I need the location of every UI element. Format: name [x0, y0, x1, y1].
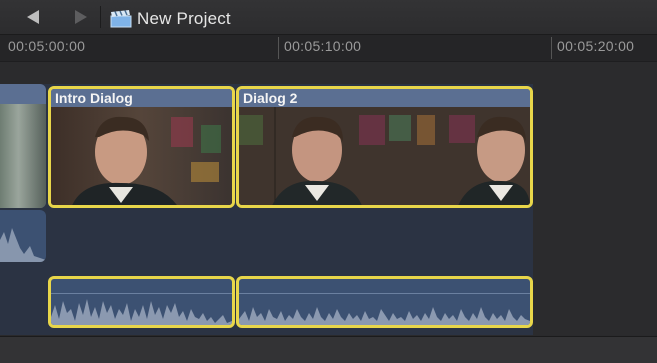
video-clip[interactable]: Dialog 2	[236, 86, 533, 208]
timeline-area[interactable]: Intro Dialog Dialog 2	[0, 62, 657, 335]
audio-clip[interactable]	[236, 276, 533, 328]
timecode-ruler[interactable]: 00:05:00:00 00:05:10:00 00:05:20:00	[0, 35, 657, 62]
triangle-left-icon	[27, 10, 39, 24]
timeline-footer	[0, 336, 657, 363]
clip-thumbnails	[51, 107, 232, 205]
divider	[100, 6, 101, 28]
previous-clip[interactable]	[0, 84, 46, 208]
filmstrip-image	[239, 107, 530, 205]
audio-waveform	[51, 299, 232, 325]
filmstrip-image	[51, 107, 232, 205]
triangle-right-icon	[75, 10, 87, 24]
ruler-tick	[278, 37, 279, 59]
project-title[interactable]: New Project	[137, 9, 231, 29]
ruler-tick	[551, 37, 552, 59]
video-clip[interactable]: Intro Dialog	[48, 86, 235, 208]
audio-clip[interactable]	[48, 276, 235, 328]
clip-name: Dialog 2	[239, 89, 530, 107]
timeline-toolbar: New Project	[0, 0, 657, 35]
clip-thumbnail	[0, 104, 46, 208]
previous-clip-audio[interactable]	[0, 210, 46, 262]
back-button[interactable]	[24, 8, 44, 26]
clip-name: Intro Dialog	[51, 89, 232, 107]
forward-button[interactable]	[70, 8, 90, 26]
clip-thumbnails	[239, 107, 530, 205]
timecode-label: 00:05:10:00	[284, 38, 362, 54]
clapperboard-icon	[110, 10, 132, 28]
audio-waveform	[0, 228, 46, 262]
audio-waveform	[239, 307, 530, 325]
timecode-label: 00:05:20:00	[557, 38, 635, 54]
timecode-label: 00:05:00:00	[8, 38, 86, 54]
